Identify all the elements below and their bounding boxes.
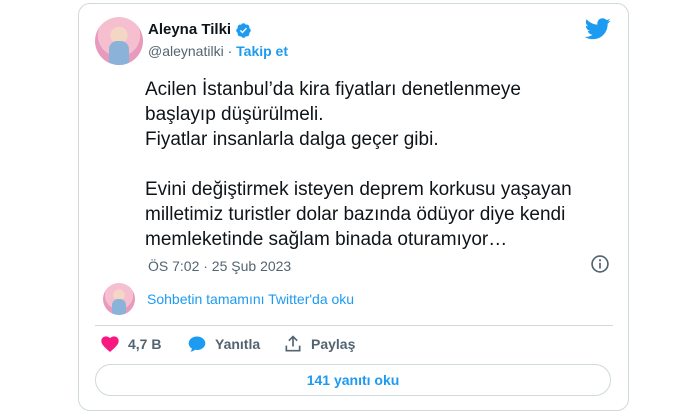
tweet-paragraph: Acilen İstanbul’da kira fiyatları denetl… xyxy=(145,79,521,150)
verified-badge-icon xyxy=(236,23,251,38)
like-count: 4,7 B xyxy=(128,336,162,352)
handle-row: @aleynatilki · Takip et xyxy=(148,43,288,59)
separator: · xyxy=(227,43,233,59)
author-avatar[interactable] xyxy=(95,17,143,65)
twitter-bird-icon[interactable] xyxy=(585,18,611,40)
share-label: Paylaş xyxy=(311,336,356,352)
thread-avatar xyxy=(103,283,135,315)
read-replies-button[interactable]: 141 yanıtı oku xyxy=(95,364,611,396)
speech-bubble-icon xyxy=(188,336,206,352)
heart-icon xyxy=(101,336,119,352)
author-name[interactable]: Aleyna Tilki xyxy=(148,21,231,38)
follow-button[interactable]: Takip et xyxy=(236,43,288,59)
divider xyxy=(95,325,613,326)
read-thread-link[interactable]: Sohbetin tamamını Twitter'da oku xyxy=(147,291,354,307)
info-icon[interactable] xyxy=(590,254,610,274)
tweet-text: Acilen İstanbul’da kira fiyatları denetl… xyxy=(145,77,615,277)
reply-label: Yanıtla xyxy=(215,336,261,352)
like-button[interactable]: 4,7 B xyxy=(100,334,161,354)
author-handle[interactable]: @aleynatilki xyxy=(148,43,224,59)
share-button[interactable]: Paylaş xyxy=(283,334,355,354)
tweet-paragraph: Evini değiştirmek isteyen deprem korkusu… xyxy=(145,179,572,250)
tweet-timestamp[interactable]: ÖS 7:02 · 25 Şub 2023 xyxy=(148,258,291,274)
reply-button[interactable]: Yanıtla xyxy=(187,334,260,354)
share-icon xyxy=(285,335,301,352)
